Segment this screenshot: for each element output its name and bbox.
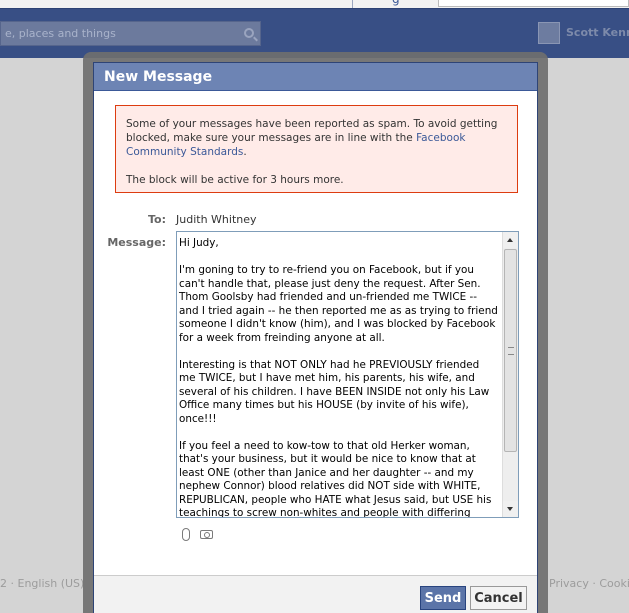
search-icon[interactable] — [244, 28, 254, 38]
camera-icon[interactable] — [200, 530, 213, 539]
scroll-down-icon[interactable] — [503, 501, 518, 517]
message-textarea[interactable]: Hi Judy, I'm goning to try to re-friend … — [176, 231, 519, 518]
footer-left[interactable]: 2 · English (US) — [0, 577, 84, 590]
textarea-scrollbar[interactable] — [502, 232, 518, 517]
user-name[interactable]: Scott Kenn — [566, 26, 629, 39]
footer-right[interactable]: Privacy · Cookies — [549, 577, 629, 590]
divider — [352, 0, 353, 8]
send-button[interactable]: Send — [420, 586, 466, 610]
dialog-footer: Send Cancel — [94, 575, 537, 613]
top-text-fragment: g — [392, 0, 400, 6]
recipient-name: Judith Whitney — [176, 213, 257, 226]
message-label: Message: — [107, 236, 166, 249]
spam-warning-box: Some of your messages have been reported… — [115, 105, 518, 193]
to-label: To: — [148, 213, 166, 226]
block-notice: The block will be active for 3 hours mor… — [126, 174, 344, 186]
blue-header-bar: e, places and things Scott Kenn — [0, 8, 629, 58]
top-field — [438, 0, 629, 7]
paperclip-icon[interactable] — [180, 528, 190, 541]
avatar[interactable] — [538, 22, 560, 44]
search-box[interactable]: e, places and things — [0, 21, 261, 46]
dialog-title: New Message — [94, 63, 537, 91]
new-message-dialog: New Message Some of your messages have b… — [93, 62, 538, 613]
message-body[interactable]: Hi Judy, I'm goning to try to re-friend … — [179, 237, 499, 517]
spam-warning-text: Some of your messages have been reported… — [126, 117, 507, 159]
cancel-button[interactable]: Cancel — [470, 586, 527, 610]
scroll-thumb[interactable] — [504, 249, 517, 452]
scroll-up-icon[interactable] — [503, 232, 518, 248]
warning-period: . — [243, 146, 247, 158]
search-placeholder: e, places and things — [5, 27, 116, 40]
top-strip: g — [0, 0, 629, 8]
